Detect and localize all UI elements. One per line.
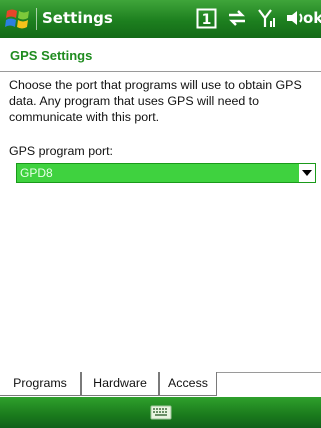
title-bar: Settings 1 ok (0, 0, 321, 38)
tab-hardware[interactable]: Hardware (81, 372, 159, 396)
app-title: Settings (42, 9, 113, 27)
signal-icon[interactable] (256, 7, 278, 36)
sync-arrows-icon[interactable] (226, 7, 248, 36)
chevron-down-icon (302, 170, 312, 176)
description-text: Choose the port that programs will use t… (9, 78, 302, 124)
dropdown-arrow[interactable] (299, 164, 315, 182)
title-divider (0, 71, 321, 72)
tab-programs-label: Programs (13, 376, 67, 390)
gps-port-dropdown[interactable]: GPD8 (16, 163, 316, 183)
tab-strip: Programs Hardware Access (0, 372, 321, 397)
page-title: GPS Settings (10, 48, 93, 63)
gps-port-label: GPS program port: (9, 144, 113, 158)
tab-access-label: Access (168, 376, 208, 390)
tab-access[interactable]: Access (159, 372, 217, 396)
tab-programs[interactable]: Programs (0, 372, 81, 396)
window-indicator-value: 1 (202, 12, 212, 28)
start-button[interactable] (4, 5, 34, 33)
gps-port-value: GPD8 (20, 166, 53, 180)
keyboard-button[interactable] (150, 404, 172, 421)
keyboard-icon (150, 405, 172, 420)
windows-flag-icon (5, 9, 29, 29)
tab-hardware-label: Hardware (93, 376, 147, 390)
ok-button[interactable]: ok (303, 9, 321, 27)
softkey-bar (0, 397, 321, 428)
window-indicator-icon[interactable]: 1 (196, 7, 218, 37)
title-separator (36, 8, 37, 30)
